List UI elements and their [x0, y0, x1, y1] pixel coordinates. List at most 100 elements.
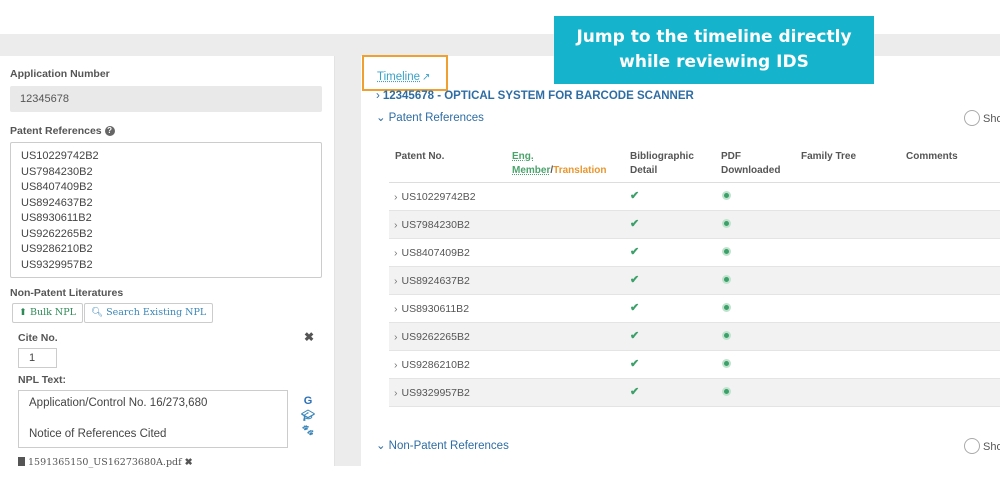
patent-number: US9329957B2 — [401, 387, 470, 399]
radio-icon — [964, 110, 980, 126]
eye-icon[interactable] — [722, 191, 731, 200]
npl-section-toggle[interactable]: ⌄ Non-Patent References — [376, 438, 509, 452]
chevron-right-icon: › — [394, 247, 398, 259]
application-title: 12345678 - OPTICAL SYSTEM FOR BARCODE SC… — [382, 90, 694, 102]
radio-icon — [964, 438, 980, 454]
table-row[interactable]: › US8930611B2 ✔ — [389, 295, 1000, 323]
remove-attachment-icon[interactable]: ✖ — [185, 457, 193, 468]
check-icon: ✔ — [630, 218, 640, 230]
patent-ref-line: US8924637B2 — [21, 196, 93, 209]
npl-label: Non-Patent Literatures — [10, 287, 124, 299]
check-icon: ✔ — [630, 330, 640, 342]
patent-ref-line: US8407409B2 — [21, 181, 93, 193]
search-npl-button[interactable]: 🔍︎ Search Existing NPL — [84, 303, 214, 323]
chevron-down-icon: ⌄ — [376, 440, 386, 452]
patent-number: US10229742B2 — [401, 191, 476, 203]
check-icon: ✔ — [630, 302, 640, 314]
chevron-right-icon: › — [394, 275, 398, 287]
biblio-line1: Bibliographic — [630, 151, 694, 162]
check-icon: ✔ — [630, 274, 640, 286]
patent-ref-line: US9286210B2 — [21, 243, 93, 255]
graduation-cap-icon[interactable]: 🎓︎ — [300, 409, 316, 424]
show-toggle[interactable]: Sho — [964, 110, 1000, 126]
paw-icon[interactable]: 🐾︎ — [300, 424, 316, 439]
col-patent-no: Patent No. — [395, 151, 445, 162]
file-icon — [18, 457, 25, 466]
app-number-field[interactable]: 12345678 — [10, 86, 322, 112]
attachment-row: 1591365150_US16273680A.pdf ✖ — [18, 457, 193, 468]
npl-text-line: Notice of References Cited — [29, 428, 167, 440]
chevron-down-icon: ⌄ — [376, 112, 386, 124]
eye-icon[interactable] — [722, 247, 731, 256]
pdf-line1: PDF — [721, 151, 741, 162]
table-row[interactable]: › US7984230B2 ✔ — [389, 211, 1000, 239]
chevron-right-icon: › — [394, 359, 398, 371]
eye-icon[interactable] — [722, 219, 731, 228]
chevron-right-icon: › — [394, 387, 398, 399]
close-icon[interactable]: ✖ — [304, 330, 314, 344]
table-row[interactable]: › US10229742B2 ✔ — [389, 183, 1000, 211]
translation-label: Translation — [553, 165, 607, 176]
npl-text-textarea[interactable]: Application/Control No. 16/273,680 Notic… — [18, 390, 288, 448]
col-comments: Comments — [906, 151, 958, 162]
patent-refs-textarea[interactable]: US10229742B2 US7984230B2 US8407409B2 US8… — [10, 142, 322, 278]
chevron-right-icon: › — [394, 219, 398, 231]
col-family-tree: Family Tree — [801, 151, 857, 162]
chevron-right-icon: › — [376, 90, 380, 102]
eng-label: Eng. — [512, 151, 534, 162]
patent-number: US9262265B2 — [401, 331, 470, 343]
show-label: Sho — [983, 441, 1000, 453]
callout-line-2: while reviewing IDS — [619, 52, 809, 72]
table-row[interactable]: › US8924637B2 ✔ — [389, 267, 1000, 295]
patent-ref-line: US10229742B2 — [21, 150, 99, 162]
google-icon[interactable]: G — [300, 394, 316, 409]
timeline-link[interactable]: Timeline ↗ — [377, 71, 430, 83]
application-title-toggle[interactable]: › 12345678 - OPTICAL SYSTEM FOR BARCODE S… — [376, 90, 694, 102]
patent-number: US8407409B2 — [401, 247, 470, 259]
check-icon: ✔ — [630, 358, 640, 370]
cite-no-field[interactable]: 1 — [18, 348, 57, 368]
patent-refs-section-title: Patent References — [388, 112, 484, 124]
npl-text-line: Application/Control No. 16/273,680 — [29, 397, 208, 409]
app-number-label: Application Number — [10, 68, 110, 80]
bulk-npl-button[interactable]: ⬆ Bulk NPL — [12, 303, 83, 323]
npl-section-title: Non-Patent References — [388, 440, 509, 452]
patent-ref-line: US7984230B2 — [21, 165, 93, 178]
patent-number: US9286210B2 — [401, 359, 470, 371]
search-npl-label: Search Existing NPL — [106, 307, 207, 318]
table-row[interactable]: › US9329957B2 ✔ — [389, 379, 1000, 407]
bulk-npl-label: Bulk NPL — [30, 307, 76, 318]
col-pdf: PDF Downloaded — [721, 150, 780, 178]
help-icon[interactable]: ? — [104, 126, 115, 136]
pdf-line2: Downloaded — [721, 165, 781, 176]
timeline-label: Timeline — [377, 71, 421, 83]
patent-ref-line: US8930611B2 — [21, 212, 92, 224]
check-icon: ✔ — [630, 190, 640, 202]
npl-text-label: NPL Text: — [18, 374, 67, 386]
eye-icon[interactable] — [722, 303, 731, 312]
eye-icon[interactable] — [722, 275, 731, 284]
check-icon: ✔ — [630, 386, 640, 398]
patent-number: US8924637B2 — [401, 275, 470, 287]
patent-number: US8930611B2 — [401, 303, 470, 315]
patent-refs-section-toggle[interactable]: ⌄ Patent References — [376, 110, 484, 124]
callout-line-1: Jump to the timeline directly — [576, 27, 852, 47]
chevron-right-icon: › — [394, 303, 398, 315]
patent-ref-line: US9262265B2 — [21, 227, 93, 240]
table-row[interactable]: › US9262265B2 ✔ — [389, 323, 1000, 351]
eye-icon[interactable] — [722, 331, 731, 340]
eye-icon[interactable] — [722, 359, 731, 368]
table-row[interactable]: › US8407409B2 ✔ — [389, 239, 1000, 267]
search-icon: 🔍︎ — [91, 307, 104, 318]
callout-banner: Jump to the timeline directly while revi… — [554, 16, 874, 84]
cite-no-label: Cite No. — [18, 332, 58, 344]
table-row[interactable]: › US9286210B2 ✔ — [389, 351, 1000, 379]
attachment-name[interactable]: 1591365150_US16273680A.pdf — [28, 457, 182, 468]
biblio-line2: Detail — [630, 165, 658, 176]
show-toggle[interactable]: Sho — [964, 438, 1000, 454]
external-link-icon: ↗ — [422, 72, 431, 83]
member-label: Member — [512, 165, 551, 176]
show-label: Sho — [983, 113, 1000, 125]
eye-icon[interactable] — [722, 387, 731, 396]
npl-search-icons: G 🎓︎ 🐾︎ — [300, 394, 316, 439]
